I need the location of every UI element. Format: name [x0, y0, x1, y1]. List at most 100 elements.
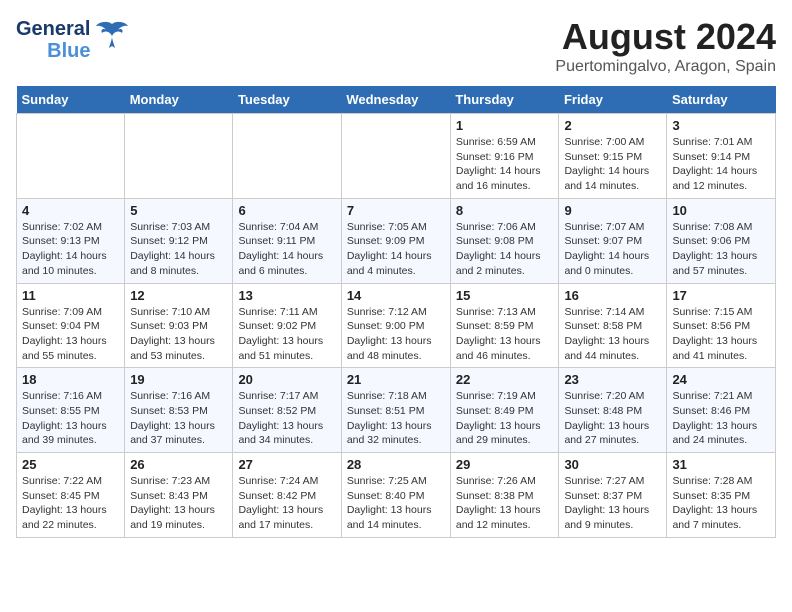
day-info: Sunrise: 7:24 AM Sunset: 8:42 PM Dayligh…: [238, 474, 335, 533]
calendar-week-row: 1 Sunrise: 6:59 AM Sunset: 9:16 PM Daylig…: [17, 114, 776, 199]
day-number: 24: [672, 372, 770, 387]
day-number: 23: [564, 372, 661, 387]
weekday-header-thursday: Thursday: [450, 86, 559, 114]
calendar-cell: 21Sunrise: 7:18 AM Sunset: 8:51 PM Dayli…: [341, 368, 450, 453]
weekday-header-wednesday: Wednesday: [341, 86, 450, 114]
day-number: 11: [22, 288, 119, 303]
calendar-week-row: 4 Sunrise: 7:02 AM Sunset: 9:13 PM Daylig…: [17, 198, 776, 283]
calendar-cell: 20Sunrise: 7:17 AM Sunset: 8:52 PM Dayli…: [233, 368, 341, 453]
day-number: 18: [22, 372, 119, 387]
calendar-cell: 10 Sunrise: 7:08 AM Sunset: 9:06 PM Dayli…: [667, 198, 776, 283]
day-number: 5: [130, 203, 227, 218]
calendar-cell: 24 Sunrise: 7:21 AM Sunset: 8:46 PM Dayli…: [667, 368, 776, 453]
day-number: 29: [456, 457, 554, 472]
day-number: 25: [22, 457, 119, 472]
calendar-week-row: 18 Sunrise: 7:16 AM Sunset: 8:55 PM Dayli…: [17, 368, 776, 453]
day-number: 17: [672, 288, 770, 303]
calendar-cell: 7Sunrise: 7:05 AM Sunset: 9:09 PM Daylig…: [341, 198, 450, 283]
day-number: 16: [564, 288, 661, 303]
day-info: Sunrise: 6:59 AM Sunset: 9:16 PM Dayligh…: [456, 135, 554, 194]
calendar-cell: 27 Sunrise: 7:24 AM Sunset: 8:42 PM Dayli…: [233, 453, 341, 538]
calendar-cell: 18 Sunrise: 7:16 AM Sunset: 8:55 PM Dayli…: [17, 368, 125, 453]
day-info: Sunrise: 7:25 AM Sunset: 8:40 PM Dayligh…: [347, 474, 445, 533]
day-info: Sunrise: 7:05 AM Sunset: 9:09 PM Dayligh…: [347, 220, 445, 279]
day-info: Sunrise: 7:04 AM Sunset: 9:11 PM Dayligh…: [238, 220, 335, 279]
day-number: 19: [130, 372, 227, 387]
weekday-header-row: SundayMondayTuesdayWednesdayThursdayFrid…: [17, 86, 776, 114]
location-subtitle: Puertomingalvo, Aragon, Spain: [555, 58, 776, 76]
logo-bird-icon: [94, 16, 130, 59]
calendar-cell: 15 Sunrise: 7:13 AM Sunset: 8:59 PM Dayli…: [450, 283, 559, 368]
day-number: 4: [22, 203, 119, 218]
weekday-header-friday: Friday: [559, 86, 667, 114]
day-info: Sunrise: 7:20 AM Sunset: 8:48 PM Dayligh…: [564, 389, 661, 448]
calendar-cell: 9Sunrise: 7:07 AM Sunset: 9:07 PM Daylig…: [559, 198, 667, 283]
calendar-week-row: 25 Sunrise: 7:22 AM Sunset: 8:45 PM Dayli…: [17, 453, 776, 538]
day-number: 13: [238, 288, 335, 303]
day-info: Sunrise: 7:28 AM Sunset: 8:35 PM Dayligh…: [672, 474, 770, 533]
day-info: Sunrise: 7:27 AM Sunset: 8:37 PM Dayligh…: [564, 474, 661, 533]
day-number: 3: [672, 118, 770, 133]
day-number: 8: [456, 203, 554, 218]
day-info: Sunrise: 7:03 AM Sunset: 9:12 PM Dayligh…: [130, 220, 227, 279]
day-number: 15: [456, 288, 554, 303]
title-section: August 2024 Puertomingalvo, Aragon, Spai…: [555, 16, 776, 76]
calendar-cell: [17, 114, 125, 199]
day-info: Sunrise: 7:14 AM Sunset: 8:58 PM Dayligh…: [564, 305, 661, 364]
calendar-cell: 25 Sunrise: 7:22 AM Sunset: 8:45 PM Dayli…: [17, 453, 125, 538]
month-year-title: August 2024: [555, 16, 776, 58]
day-info: Sunrise: 7:02 AM Sunset: 9:13 PM Dayligh…: [22, 220, 119, 279]
calendar-cell: 12Sunrise: 7:10 AM Sunset: 9:03 PM Dayli…: [125, 283, 233, 368]
calendar-cell: 8 Sunrise: 7:06 AM Sunset: 9:08 PM Daylig…: [450, 198, 559, 283]
day-number: 10: [672, 203, 770, 218]
calendar-cell: 13Sunrise: 7:11 AM Sunset: 9:02 PM Dayli…: [233, 283, 341, 368]
day-info: Sunrise: 7:23 AM Sunset: 8:43 PM Dayligh…: [130, 474, 227, 533]
day-number: 9: [564, 203, 661, 218]
day-info: Sunrise: 7:08 AM Sunset: 9:06 PM Dayligh…: [672, 220, 770, 279]
day-number: 31: [672, 457, 770, 472]
day-number: 2: [564, 118, 661, 133]
calendar-table: SundayMondayTuesdayWednesdayThursdayFrid…: [16, 86, 776, 538]
day-info: Sunrise: 7:12 AM Sunset: 9:00 PM Dayligh…: [347, 305, 445, 364]
day-number: 22: [456, 372, 554, 387]
weekday-header-sunday: Sunday: [17, 86, 125, 114]
calendar-cell: 1 Sunrise: 6:59 AM Sunset: 9:16 PM Daylig…: [450, 114, 559, 199]
day-info: Sunrise: 7:15 AM Sunset: 8:56 PM Dayligh…: [672, 305, 770, 364]
day-number: 6: [238, 203, 335, 218]
day-info: Sunrise: 7:13 AM Sunset: 8:59 PM Dayligh…: [456, 305, 554, 364]
day-info: Sunrise: 7:22 AM Sunset: 8:45 PM Dayligh…: [22, 474, 119, 533]
calendar-cell: 29Sunrise: 7:26 AM Sunset: 8:38 PM Dayli…: [450, 453, 559, 538]
day-info: Sunrise: 7:16 AM Sunset: 8:55 PM Dayligh…: [22, 389, 119, 448]
calendar-cell: 28 Sunrise: 7:25 AM Sunset: 8:40 PM Dayli…: [341, 453, 450, 538]
weekday-header-saturday: Saturday: [667, 86, 776, 114]
calendar-cell: 11 Sunrise: 7:09 AM Sunset: 9:04 PM Dayli…: [17, 283, 125, 368]
calendar-cell: 26Sunrise: 7:23 AM Sunset: 8:43 PM Dayli…: [125, 453, 233, 538]
calendar-cell: 4 Sunrise: 7:02 AM Sunset: 9:13 PM Daylig…: [17, 198, 125, 283]
calendar-week-row: 11 Sunrise: 7:09 AM Sunset: 9:04 PM Dayli…: [17, 283, 776, 368]
calendar-cell: [233, 114, 341, 199]
calendar-cell: 17 Sunrise: 7:15 AM Sunset: 8:56 PM Dayli…: [667, 283, 776, 368]
day-info: Sunrise: 7:06 AM Sunset: 9:08 PM Dayligh…: [456, 220, 554, 279]
page-header: General Blue August 2024 Puertomingalvo,…: [16, 16, 776, 76]
calendar-cell: [125, 114, 233, 199]
day-info: Sunrise: 7:19 AM Sunset: 8:49 PM Dayligh…: [456, 389, 554, 448]
calendar-cell: 6 Sunrise: 7:04 AM Sunset: 9:11 PM Daylig…: [233, 198, 341, 283]
day-info: Sunrise: 7:10 AM Sunset: 9:03 PM Dayligh…: [130, 305, 227, 364]
calendar-cell: 22 Sunrise: 7:19 AM Sunset: 8:49 PM Dayli…: [450, 368, 559, 453]
weekday-header-monday: Monday: [125, 86, 233, 114]
day-number: 28: [347, 457, 445, 472]
calendar-cell: 30 Sunrise: 7:27 AM Sunset: 8:37 PM Dayli…: [559, 453, 667, 538]
calendar-cell: 5 Sunrise: 7:03 AM Sunset: 9:12 PM Daylig…: [125, 198, 233, 283]
day-info: Sunrise: 7:09 AM Sunset: 9:04 PM Dayligh…: [22, 305, 119, 364]
day-info: Sunrise: 7:21 AM Sunset: 8:46 PM Dayligh…: [672, 389, 770, 448]
day-number: 27: [238, 457, 335, 472]
day-info: Sunrise: 7:18 AM Sunset: 8:51 PM Dayligh…: [347, 389, 445, 448]
calendar-cell: 14Sunrise: 7:12 AM Sunset: 9:00 PM Dayli…: [341, 283, 450, 368]
day-info: Sunrise: 7:01 AM Sunset: 9:14 PM Dayligh…: [672, 135, 770, 194]
day-number: 1: [456, 118, 554, 133]
calendar-cell: [341, 114, 450, 199]
day-number: 30: [564, 457, 661, 472]
logo: General Blue: [16, 16, 130, 63]
calendar-cell: 31 Sunrise: 7:28 AM Sunset: 8:35 PM Dayli…: [667, 453, 776, 538]
day-info: Sunrise: 7:17 AM Sunset: 8:52 PM Dayligh…: [238, 389, 335, 448]
